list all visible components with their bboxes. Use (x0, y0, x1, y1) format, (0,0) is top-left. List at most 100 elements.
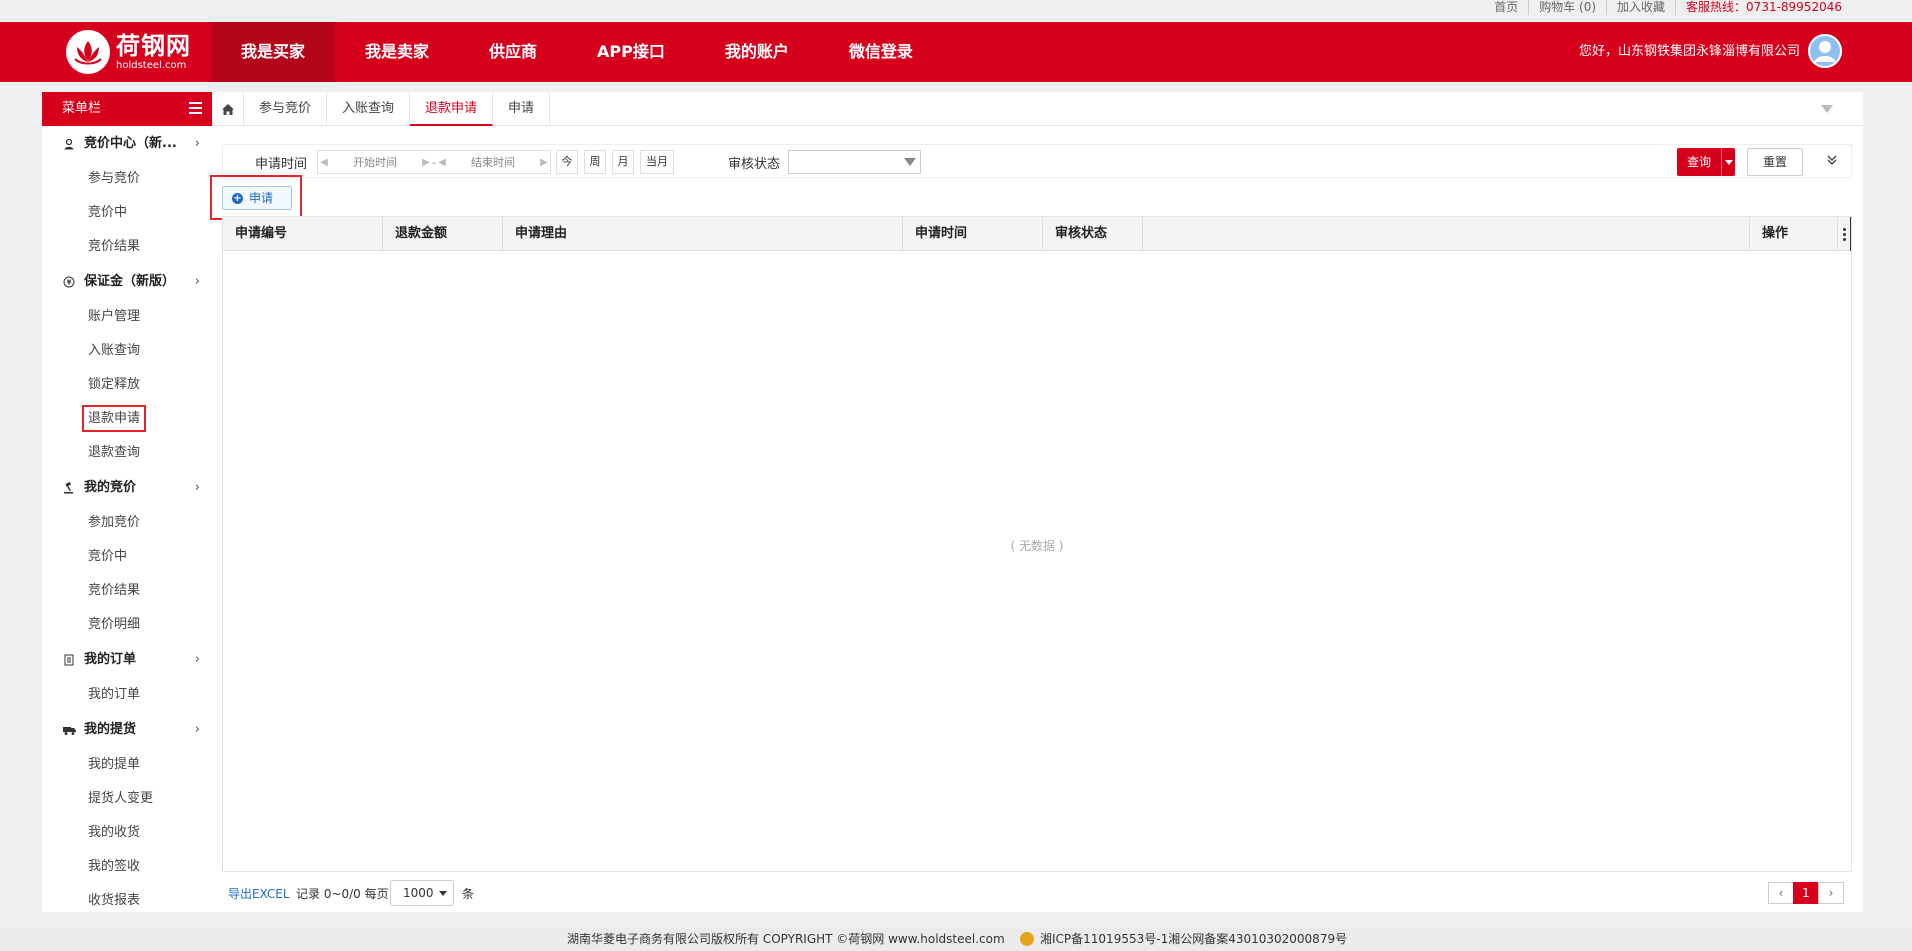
sidebar-group-my-pickup[interactable]: 我的提货 › (42, 712, 212, 748)
home-icon (221, 103, 234, 115)
status-label: 审核状态 (728, 157, 781, 172)
sidebar-item-my-bidding-result[interactable]: 竞价结果 (42, 574, 212, 608)
sidebar-item-my-bill[interactable]: 我的提单 (42, 748, 212, 782)
sidebar-item-bidding[interactable]: 竞价中 (42, 196, 212, 230)
sidebar-item-my-receipt[interactable]: 我的收货 (42, 816, 212, 850)
group-label: 保证金（新版） (84, 274, 176, 289)
utility-links: 首页 购物车 (0) 加入收藏 客服热线：0731-89952046 (1484, 0, 1852, 15)
col-apply-time[interactable]: 申请时间 (903, 217, 1043, 251)
top-utility-bar: 首页 购物车 (0) 加入收藏 客服热线：0731-89952046 (0, 0, 1912, 22)
sidebar-group-my-bidding[interactable]: 我的竞价 › (42, 470, 212, 506)
sidebar-group-bidding-center[interactable]: 竞价中心（新... › (42, 126, 212, 162)
apply-button-label: 申请 (249, 191, 274, 205)
sidebar-item-my-order[interactable]: 我的订单 (42, 678, 212, 712)
sidebar-item-my-bidding-ongoing[interactable]: 竞价中 (42, 540, 212, 574)
column-menu-icon[interactable] (1837, 217, 1851, 251)
group-label: 我的竞价 (84, 480, 137, 495)
logo-title: 荷钢网 (116, 31, 191, 60)
caret-right-icon[interactable]: ▶ (420, 157, 432, 168)
refund-apply-table: 申请编号 退款金额 申请理由 申请时间 审核状态 操作 ( 无数据 ) (222, 216, 1852, 872)
sidebar-item-refund-apply[interactable]: 退款申请 (42, 402, 212, 436)
sidebar-group-deposit[interactable]: ¥ 保证金（新版） › (42, 264, 212, 300)
copyright-text: 湖南华菱电子商务有限公司版权所有 COPYRIGHT ©荷钢网 www.hold… (567, 932, 1005, 946)
caret-left-icon[interactable]: ◀ (318, 157, 330, 168)
collapse-double-chevron-icon[interactable] (1825, 153, 1839, 167)
tab-income-query[interactable]: 入账查询 (327, 92, 411, 126)
sidebar-item-refund-query[interactable]: 退款查询 (42, 436, 212, 470)
query-dropdown-icon[interactable] (1721, 148, 1735, 176)
tab-home[interactable] (212, 92, 244, 126)
auction-icon (62, 481, 76, 495)
today-button[interactable]: 今 (556, 150, 578, 174)
bookmark-link[interactable]: 加入收藏 (1607, 0, 1677, 15)
tab-dropdown-icon[interactable] (1821, 105, 1833, 113)
sidebar-item-my-signoff[interactable]: 我的签收 (42, 850, 212, 884)
status-select[interactable] (788, 150, 921, 174)
sidebar-item-label: 退款申请 (81, 405, 147, 432)
current-month-button[interactable]: 当月 (640, 150, 674, 174)
sidebar-item-income-query[interactable]: 入账查询 (42, 334, 212, 368)
query-button-label: 查询 (1687, 155, 1712, 169)
lotus-logo-icon (66, 30, 110, 74)
sidebar-item-lock-release[interactable]: 锁定释放 (42, 368, 212, 402)
home-link[interactable]: 首页 (1484, 0, 1530, 15)
sidebar-group-my-orders[interactable]: 我的订单 › (42, 642, 212, 678)
caret-right-icon[interactable]: ▶ (538, 157, 550, 168)
nav-my-account[interactable]: 我的账户 (695, 22, 819, 82)
police-badge-icon (1020, 932, 1034, 946)
col-refund-amount[interactable]: 退款金额 (383, 217, 503, 251)
sidebar-item-join-bidding[interactable]: 参与竞价 (42, 162, 212, 196)
current-page-button[interactable]: 1 (1793, 882, 1819, 904)
tab-apply[interactable]: 申请 (493, 92, 551, 126)
sidebar-menu: 菜单栏 竞价中心（新... › 参与竞价 竞价中 竞价结果 ¥ 保证金（新版） … (42, 92, 212, 912)
chevron-right-icon: › (194, 274, 200, 289)
user-greeting[interactable]: 您好，山东钢铁集团永锋淄博有限公司 (1579, 22, 1800, 82)
icp-text: 湘ICP备11019553号-1湘公网备案43010302000879号 (1040, 932, 1348, 946)
next-page-icon[interactable]: › (1818, 882, 1844, 904)
start-date-input[interactable]: 开始时间 (330, 154, 420, 170)
col-audit-status[interactable]: 审核状态 (1043, 217, 1143, 251)
hotline-text: 客服热线：0731-89952046 (1686, 0, 1842, 14)
col-operation: 操作 (1749, 217, 1837, 251)
truck-icon (62, 723, 76, 737)
apply-time-label: 申请时间 (255, 157, 308, 172)
apply-button[interactable]: + 申请 (222, 186, 292, 210)
tab-join-bidding[interactable]: 参与竞价 (244, 92, 328, 126)
sidebar-item-bidding-detail[interactable]: 竞价明细 (42, 608, 212, 642)
chevron-right-icon: › (194, 136, 200, 151)
export-excel-link[interactable]: 导出EXCEL (228, 885, 290, 902)
main-panel: 参与竞价 入账查询 退款申请 申请 申请时间 ◀ 开始时间 ▶ - ◀ 结束时间… (210, 92, 1863, 912)
logo-domain: holdsteel.com (116, 59, 187, 71)
sidebar-item-receipt-report[interactable]: 收货报表 (42, 884, 212, 912)
month-button[interactable]: 月 (612, 150, 634, 174)
page-size-unit: 条 (462, 887, 475, 901)
sidebar-item-account-management[interactable]: 账户管理 (42, 300, 212, 334)
week-button[interactable]: 周 (584, 150, 606, 174)
page-size-select[interactable]: 1000 (390, 880, 454, 906)
col-apply-reason[interactable]: 申请理由 (503, 217, 903, 251)
reset-button[interactable]: 重置 (1747, 148, 1803, 176)
sidebar-item-pickup-person-change[interactable]: 提货人变更 (42, 782, 212, 816)
nav-app-api[interactable]: APP接口 (567, 22, 695, 82)
record-count: 记录 0~0/0 每页 (296, 887, 389, 901)
chevron-right-icon: › (194, 722, 200, 737)
col-apply-no[interactable]: 申请编号 (223, 217, 383, 251)
caret-left-icon[interactable]: ◀ (436, 157, 448, 168)
icp-record[interactable]: 湘ICP备11019553号-1湘公网备案43010302000879号 (1020, 927, 1347, 951)
query-button[interactable]: 查询 (1677, 148, 1735, 176)
tab-refund-apply[interactable]: 退款申请 (410, 92, 494, 126)
nav-wechat-login[interactable]: 微信登录 (819, 22, 943, 82)
site-logo[interactable]: 荷钢网 holdsteel.com (66, 30, 196, 74)
hamburger-icon[interactable] (189, 102, 202, 114)
nav-buyer[interactable]: 我是买家 (211, 22, 336, 82)
end-date-input[interactable]: 结束时间 (448, 154, 538, 170)
sidebar-item-participate-bidding[interactable]: 参加竞价 (42, 506, 212, 540)
date-range-picker[interactable]: ◀ 开始时间 ▶ - ◀ 结束时间 ▶ (317, 150, 551, 174)
sidebar-item-bidding-result[interactable]: 竞价结果 (42, 230, 212, 264)
avatar[interactable] (1808, 34, 1842, 68)
nav-supplier[interactable]: 供应商 (459, 22, 567, 82)
nav-seller[interactable]: 我是卖家 (335, 22, 459, 82)
prev-page-icon[interactable]: ‹ (1768, 882, 1794, 904)
cart-link[interactable]: 购物车 (0) (1529, 0, 1608, 15)
user-icon (62, 137, 76, 151)
